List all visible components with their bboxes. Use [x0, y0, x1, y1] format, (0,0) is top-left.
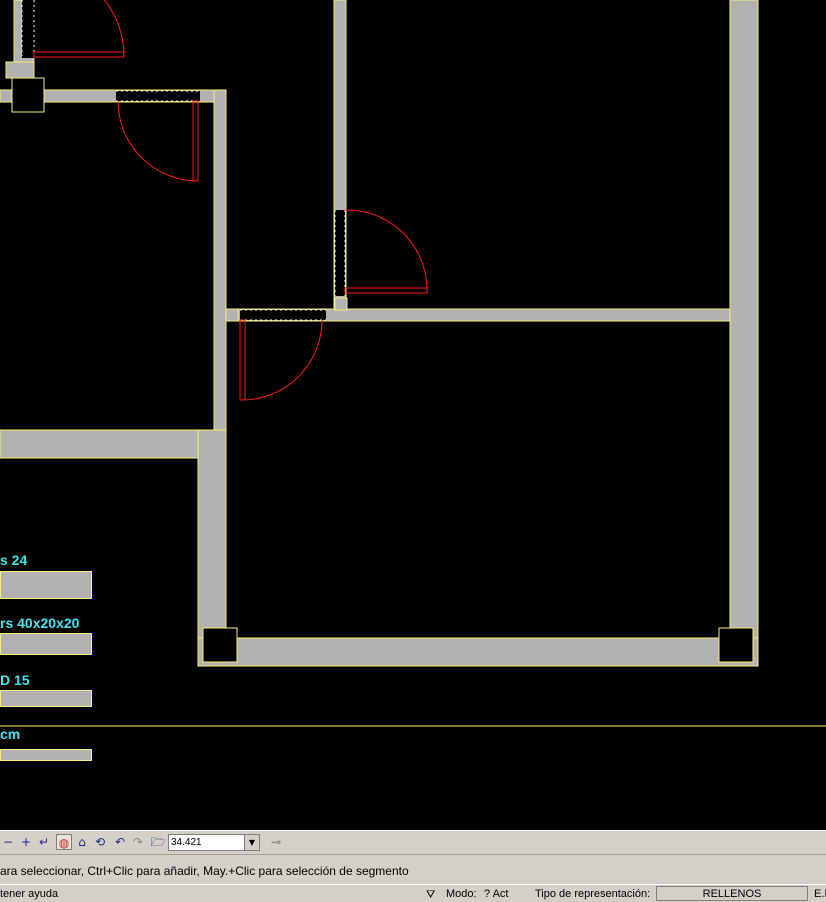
- door-swing: [241, 319, 323, 401]
- legend-label: s 24: [0, 552, 28, 568]
- column-pillar: [334, 297, 348, 311]
- legend-swatch: [0, 571, 92, 599]
- door-leaf: [33, 51, 125, 58]
- mode-label: Modo:: [446, 888, 477, 900]
- mode-value[interactable]: ? Act: [484, 888, 508, 900]
- door-opening: [240, 310, 326, 320]
- status-trailing: E.I: [814, 888, 826, 900]
- door-swing: [117, 100, 199, 182]
- polygon-icon[interactable]: ⌂: [74, 834, 90, 850]
- column-pillar: [225, 308, 239, 322]
- column-pillar: [11, 77, 45, 113]
- legend-label: cm: [0, 726, 21, 742]
- legend-label: D 15: [0, 672, 30, 688]
- door-leaf: [239, 319, 246, 401]
- rotate-icon[interactable]: ⟲: [92, 834, 108, 850]
- door-leaf: [344, 287, 428, 294]
- minus-icon[interactable]: −: [0, 834, 16, 850]
- undo-icon[interactable]: ↶: [112, 834, 128, 850]
- zoom-combo[interactable]: ▼: [168, 834, 260, 851]
- legend-label: rs 40x20x20: [0, 615, 80, 631]
- rep-box[interactable]: RELLENOS: [656, 886, 808, 901]
- mode-icon: ⛛: [426, 888, 436, 901]
- door-opening: [22, 0, 36, 58]
- zoom-input[interactable]: [171, 836, 245, 849]
- door-swing: [103, 0, 125, 57]
- column-pillar: [718, 627, 754, 663]
- door-swing: [344, 209, 428, 291]
- status-help: tener ayuda: [0, 888, 59, 900]
- chevron-down-icon[interactable]: ▼: [244, 835, 259, 850]
- command-prompt: ara seleccionar, Ctrl+Clic para añadir, …: [0, 854, 826, 884]
- wall-segment: [729, 0, 759, 667]
- arrow-left-icon[interactable]: ↵: [36, 834, 52, 850]
- door-opening: [335, 210, 345, 296]
- plus-icon[interactable]: +: [18, 834, 34, 850]
- view-toolbar: − + ↵ ◍ ⌂ ⟲ ↶ ↷ 🗁 ▼ ⊸: [0, 830, 826, 854]
- folder-icon[interactable]: 🗁: [150, 834, 166, 850]
- redo-icon[interactable]: ↷: [130, 834, 146, 850]
- column-pillar: [5, 61, 35, 79]
- pin-icon[interactable]: ⊸: [268, 834, 284, 850]
- rep-label: Tipo de representación:: [535, 888, 651, 900]
- door-leaf: [192, 100, 199, 182]
- fill-icon[interactable]: ◍: [56, 834, 72, 850]
- legend-swatch: [0, 633, 92, 655]
- prompt-text: ara seleccionar, Ctrl+Clic para añadir, …: [0, 864, 409, 878]
- status-bar: tener ayuda ⛛ Modo: ? Act Tipo de repres…: [0, 884, 826, 902]
- wall-segment: [213, 89, 227, 431]
- legend-swatch: [0, 690, 92, 707]
- door-opening: [116, 91, 200, 101]
- legend-swatch: [0, 749, 92, 761]
- floor-plan[interactable]: [0, 0, 826, 830]
- wall-segment: [197, 637, 759, 667]
- drawing-canvas[interactable]: s 24 rs 40x20x20 D 15 cm: [0, 0, 826, 830]
- wall-segment: [0, 429, 227, 459]
- rep-value: RELLENOS: [702, 888, 762, 900]
- column-pillar: [202, 627, 238, 663]
